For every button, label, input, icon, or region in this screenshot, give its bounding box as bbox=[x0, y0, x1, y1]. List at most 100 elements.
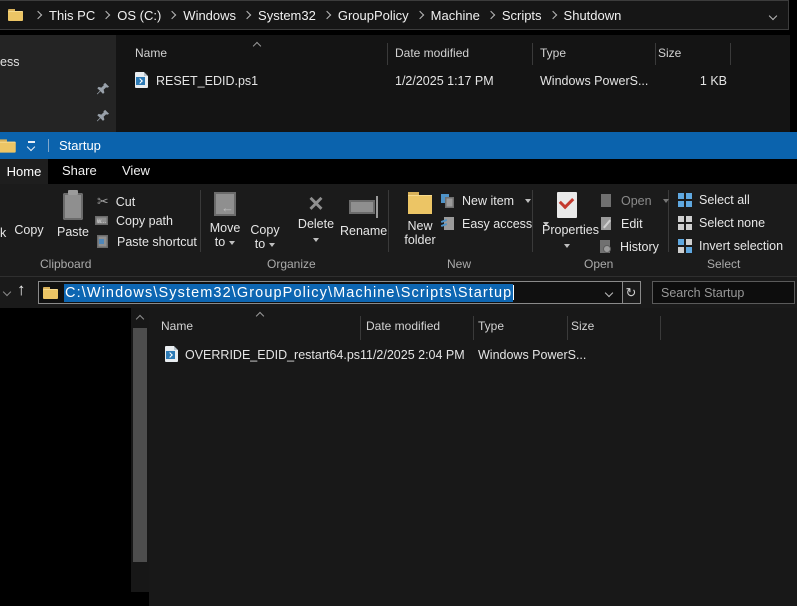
sort-ascending-icon bbox=[256, 312, 264, 320]
select-none-button[interactable]: Select none bbox=[678, 216, 765, 230]
group-label-select: Select bbox=[707, 257, 740, 271]
file-date-modified: 1/2/2025 2:04 PM bbox=[366, 348, 465, 362]
powershell-file-icon bbox=[135, 72, 148, 88]
recent-locations-chevron-icon[interactable] bbox=[3, 288, 11, 296]
file-row[interactable]: OVERRIDE_EDID_restart64.ps1 1/2/2025 2:0… bbox=[149, 342, 797, 366]
column-header-type[interactable]: Type bbox=[478, 319, 504, 333]
scrollbar[interactable] bbox=[131, 308, 149, 592]
file-type: Windows PowerS... bbox=[540, 74, 648, 88]
copy-to-button[interactable]: Copy to bbox=[247, 192, 283, 251]
breadcrumb-chevron-icon[interactable] bbox=[548, 11, 556, 19]
pin-to-quick-access-button-fragment[interactable]: k bbox=[0, 226, 6, 240]
delete-button[interactable]: × Delete bbox=[296, 192, 336, 249]
search-box[interactable]: Search Startup bbox=[652, 281, 795, 304]
group-label-organize: Organize bbox=[267, 257, 316, 271]
column-header-size[interactable]: Size bbox=[658, 46, 681, 60]
tab-home[interactable]: Home bbox=[0, 159, 48, 184]
breadcrumb-item[interactable]: This PC bbox=[49, 8, 95, 23]
startup-title-bar[interactable]: Startup bbox=[0, 132, 797, 159]
select-all-button[interactable]: Select all bbox=[678, 193, 750, 207]
column-header-date-modified[interactable]: Date modified bbox=[395, 46, 469, 60]
breadcrumb-item[interactable]: Shutdown bbox=[564, 8, 622, 23]
ribbon-tab-row: Home Share View bbox=[0, 159, 797, 184]
delete-x-icon: × bbox=[308, 188, 323, 218]
new-folder-icon bbox=[408, 192, 432, 214]
invert-selection-button[interactable]: Invert selection bbox=[678, 239, 783, 253]
column-header-date-modified[interactable]: Date modified bbox=[366, 319, 440, 333]
breadcrumb-item[interactable]: OS (C:) bbox=[117, 8, 161, 23]
breadcrumb-item[interactable]: Windows bbox=[183, 8, 236, 23]
tab-view[interactable]: View bbox=[122, 163, 150, 178]
new-item-icon bbox=[441, 194, 455, 208]
scissors-icon: ✂ bbox=[97, 193, 109, 210]
powershell-file-icon bbox=[165, 346, 178, 362]
copy-path-icon: w... bbox=[95, 214, 109, 228]
pin-icon[interactable] bbox=[96, 109, 110, 123]
breadcrumb-chevron-icon[interactable] bbox=[415, 11, 423, 19]
rename-button[interactable]: Rename bbox=[340, 192, 384, 238]
breadcrumb-item[interactable]: Scripts bbox=[502, 8, 542, 23]
pin-icon[interactable] bbox=[96, 82, 110, 96]
breadcrumb-chevron-icon[interactable] bbox=[34, 11, 42, 19]
breadcrumb-item[interactable]: System32 bbox=[258, 8, 316, 23]
breadcrumb-chevron-icon[interactable] bbox=[487, 11, 495, 19]
scrollbar-up-arrow-icon[interactable] bbox=[136, 315, 144, 323]
nav-item-fragment[interactable]: ess bbox=[0, 55, 19, 69]
shutdown-address-bar[interactable]: This PC OS (C:) Windows System32 GroupPo… bbox=[0, 0, 789, 30]
chevron-down-icon bbox=[229, 241, 235, 245]
breadcrumb-chevron-icon[interactable] bbox=[243, 11, 251, 19]
group-label-clipboard: Clipboard bbox=[40, 257, 91, 271]
refresh-button[interactable]: ↻ bbox=[622, 281, 641, 304]
invert-selection-icon bbox=[678, 239, 692, 253]
column-header-size[interactable]: Size bbox=[571, 319, 594, 333]
titlebar-separator bbox=[48, 139, 49, 152]
copy-icon bbox=[18, 192, 40, 218]
address-path-text: C:\Windows\System32\GroupPolicy\Machine\… bbox=[64, 284, 513, 302]
open-button[interactable]: Open bbox=[600, 194, 669, 208]
ribbon: k Copy Paste ✂ Cut w... Copy path Paste … bbox=[0, 184, 797, 277]
address-input[interactable]: C:\Windows\System32\GroupPolicy\Machine\… bbox=[38, 281, 623, 304]
column-header-name[interactable]: Name bbox=[135, 46, 167, 60]
breadcrumb-chevron-icon[interactable] bbox=[168, 11, 176, 19]
chevron-down-icon bbox=[663, 199, 669, 203]
history-button[interactable]: History bbox=[599, 240, 659, 254]
breadcrumb-chevron-icon[interactable] bbox=[102, 11, 110, 19]
group-label-new: New bbox=[447, 257, 471, 271]
paste-shortcut-button[interactable]: Paste shortcut bbox=[96, 235, 197, 249]
breadcrumb-chevron-icon[interactable] bbox=[323, 11, 331, 19]
up-arrow-button[interactable]: ↑ bbox=[17, 280, 26, 300]
new-folder-button[interactable]: New folder bbox=[398, 192, 442, 247]
chevron-down-icon bbox=[269, 243, 275, 247]
scrollbar-thumb[interactable] bbox=[133, 328, 147, 562]
address-history-chevron-icon[interactable] bbox=[769, 12, 777, 20]
new-item-button[interactable]: New item bbox=[441, 194, 531, 208]
file-row[interactable]: RESET_EDID.ps1 1/2/2025 1:17 PM Windows … bbox=[116, 68, 790, 92]
edit-button[interactable]: Edit bbox=[600, 217, 643, 231]
copy-path-button[interactable]: w... Copy path bbox=[95, 214, 173, 228]
group-label-open: Open bbox=[584, 257, 613, 271]
copy-button[interactable]: Copy bbox=[13, 192, 45, 237]
shutdown-nav-pane: ess bbox=[0, 35, 116, 133]
properties-button[interactable]: Properties bbox=[542, 192, 592, 255]
search-placeholder: Search Startup bbox=[661, 286, 744, 300]
select-all-icon bbox=[678, 193, 692, 207]
open-icon bbox=[600, 194, 614, 208]
breadcrumb-item[interactable]: Machine bbox=[431, 8, 480, 23]
easy-access-button[interactable]: Easy access bbox=[441, 217, 549, 231]
address-dropdown-chevron-icon[interactable] bbox=[605, 289, 613, 297]
copy-to-icon bbox=[254, 192, 276, 218]
file-date-modified: 1/2/2025 1:17 PM bbox=[395, 74, 494, 88]
file-size: 1 KB bbox=[699, 74, 727, 88]
column-header-name[interactable]: Name bbox=[161, 319, 193, 333]
column-header-type[interactable]: Type bbox=[540, 46, 566, 60]
paste-icon bbox=[63, 193, 83, 220]
startup-nav-pane bbox=[0, 308, 131, 606]
cut-button[interactable]: ✂ Cut bbox=[97, 193, 135, 210]
move-to-button[interactable]: ← Move to bbox=[207, 192, 243, 249]
quick-access-toolbar-icon[interactable] bbox=[27, 141, 36, 150]
sort-ascending-icon bbox=[253, 42, 261, 50]
breadcrumb-item[interactable]: GroupPolicy bbox=[338, 8, 409, 23]
tab-share[interactable]: Share bbox=[62, 163, 97, 178]
paste-button[interactable]: Paste bbox=[55, 191, 91, 239]
refresh-icon: ↻ bbox=[626, 285, 637, 301]
